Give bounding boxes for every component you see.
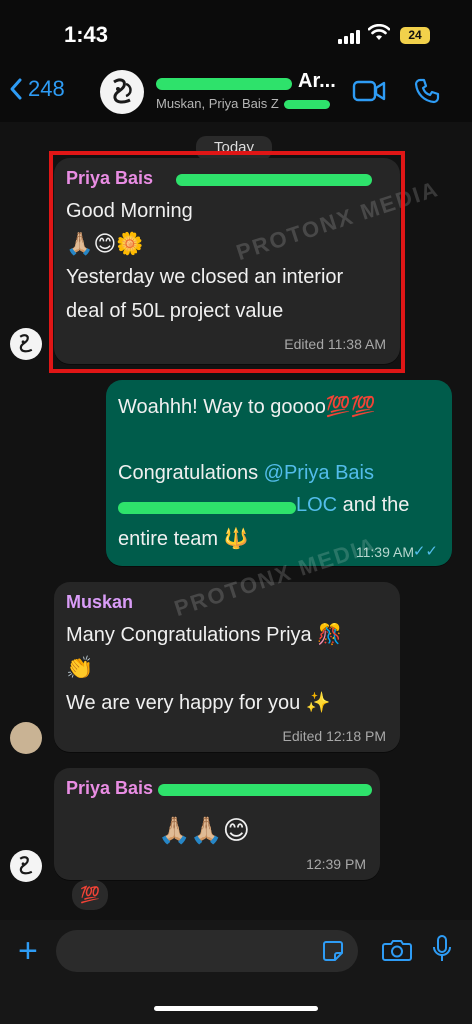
avatar[interactable] [10,722,42,754]
message-bubble-incoming[interactable]: Muskan Many Congratulations Priya 🎊 👏 We… [54,582,400,752]
chevron-left-icon [10,78,22,100]
message-text: 🙏🏼🙏🏼😊 [158,816,250,846]
mention-link[interactable]: @Priya Bais [264,462,374,484]
message-text: Many Congratulations Priya 🎊 [66,624,343,646]
sender-logo-icon [19,334,33,353]
home-indicator[interactable] [154,1006,318,1011]
redaction-mark [158,784,372,796]
reaction-badge[interactable]: 💯 [72,880,108,910]
message-text: Congratulations @Priya Bais [118,462,374,484]
group-logo-icon [113,78,132,104]
sticker-icon[interactable] [322,940,344,962]
avatar[interactable] [10,850,42,882]
message-timestamp: 12:39 PM [306,856,366,872]
group-avatar[interactable] [100,70,144,114]
group-title[interactable]: Ar... [156,70,336,93]
unread-count: 248 [28,76,65,101]
mention-link[interactable]: LOC [296,494,337,516]
phone-call-icon[interactable] [414,78,440,104]
group-subtitle: Muskan, Priya Bais Z [156,96,279,111]
message-text: entire team 🔱 [118,528,249,550]
microphone-icon[interactable] [432,934,452,964]
message-sender: Muskan [66,592,134,612]
wifi-icon [368,24,390,40]
message-text: We are very happy for you ✨ [66,692,331,714]
status-bar: 1:43 24 [0,0,472,62]
highlight-box [49,151,405,373]
read-receipt-icon: ✓✓ [412,543,438,560]
message-bubble-outgoing[interactable]: Woahhh! Way to goooo💯💯 Congratulations @… [106,380,452,566]
video-call-icon[interactable] [352,80,386,102]
message-bubble-incoming[interactable]: Priya Bais 🙏🏼🙏🏼😊 12:39 PM [54,768,380,880]
message-input[interactable] [56,930,358,972]
status-time: 1:43 [64,22,109,47]
sender-logo-icon [19,856,33,875]
chat-header: 248 Ar... Muskan, Priya Bais Z [0,62,472,122]
battery-indicator: 24 [400,27,430,44]
camera-icon[interactable] [382,938,412,962]
message-sender: Priya Bais [66,778,154,798]
message-timestamp: Edited 12:18 PM [282,728,386,744]
message-text: 👏 [66,656,94,681]
message-text: LOC and the [296,494,410,516]
attach-plus-icon[interactable]: + [18,934,38,968]
redaction-mark [284,100,330,109]
redaction-mark [118,502,296,514]
avatar[interactable] [10,328,42,360]
cellular-signal-icon [338,30,360,44]
back-button[interactable]: 248 [8,76,65,102]
message-text: Woahhh! Way to goooo💯💯 [118,396,376,418]
